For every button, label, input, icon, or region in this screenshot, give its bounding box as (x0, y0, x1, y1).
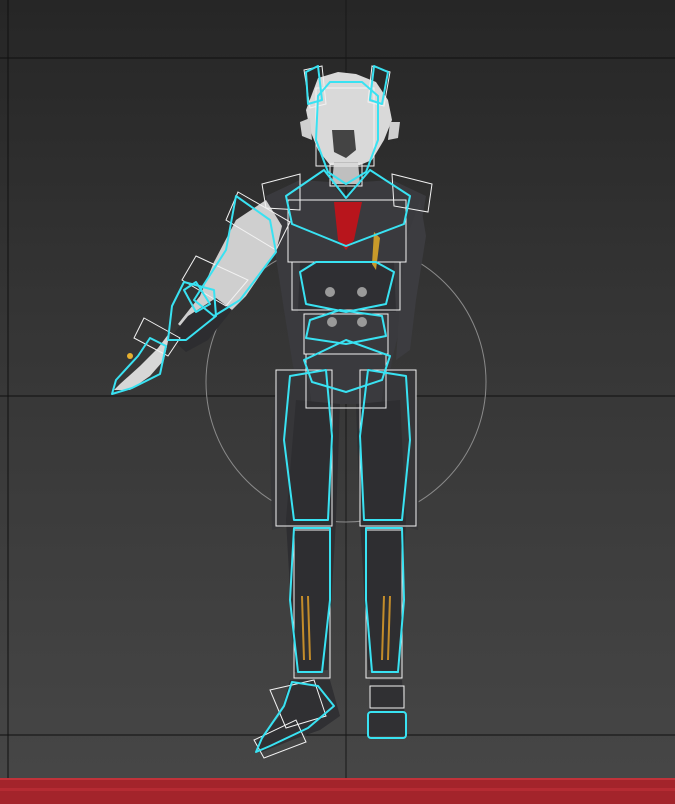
character-hand (114, 332, 170, 390)
viewport-status-bar (0, 778, 675, 804)
character-neck (332, 162, 360, 184)
character-ear-right (388, 122, 400, 140)
jacket-button (357, 287, 367, 297)
character-ear-left (300, 118, 312, 140)
helper-point[interactable] (127, 353, 133, 359)
character-foot (256, 680, 340, 752)
jacket-button (325, 287, 335, 297)
status-bar-stripe (0, 788, 675, 791)
jacket-button (357, 317, 367, 327)
viewport-scene[interactable] (0, 0, 675, 804)
3d-viewport[interactable] (0, 0, 675, 804)
character-leg (356, 400, 406, 672)
character-mesh[interactable] (114, 72, 426, 752)
jacket-button (327, 317, 337, 327)
